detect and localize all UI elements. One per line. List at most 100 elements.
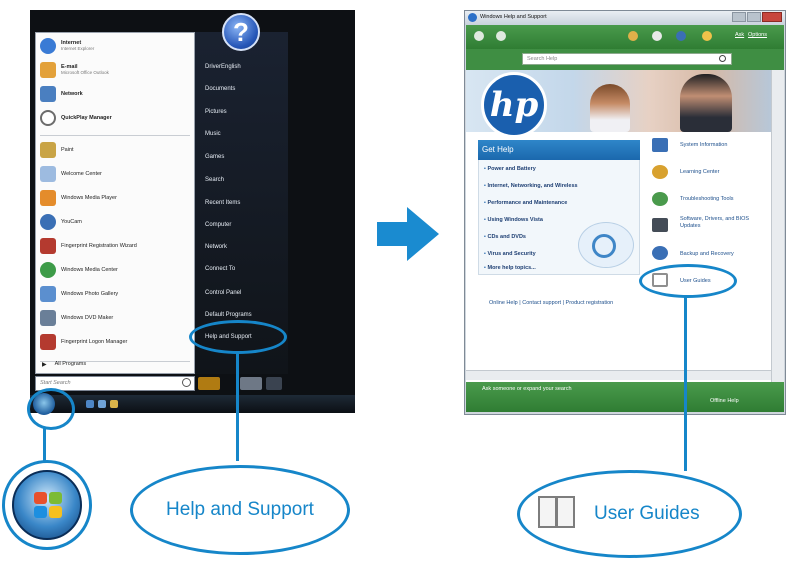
recent-item-fingerprint-wizard[interactable]: Fingerprint Registration Wizard [40, 235, 192, 257]
help-topic-link[interactable]: Performance and Maintenance [484, 200, 567, 206]
troubleshooting-tools-link[interactable]: Troubleshooting Tools [680, 196, 734, 203]
troubleshooting-icon [652, 192, 668, 206]
callout-line [43, 428, 46, 462]
system-information-link[interactable]: System Information [680, 142, 727, 149]
more-help-topics-link[interactable]: More help topics... [484, 265, 535, 271]
taskbar [30, 395, 355, 413]
youcam-icon [40, 214, 56, 230]
place-connect-to[interactable]: Connect To [205, 266, 235, 272]
close-button[interactable] [762, 12, 782, 22]
arrow-right-icon [377, 222, 407, 246]
hands-illustration-circle [592, 234, 616, 258]
help-search-placeholder: Search Help [527, 56, 558, 62]
help-and-support-callout: Help and Support [130, 465, 350, 555]
recent-item-label: Fingerprint Registration Wizard [61, 243, 137, 249]
backup-and-recovery-link[interactable]: Backup and Recovery [680, 251, 734, 258]
internet-explorer-icon [40, 38, 56, 54]
get-help-title: Get Help [482, 145, 514, 154]
place-network[interactable]: Network [205, 244, 227, 250]
pinned-item-title: Network [61, 91, 83, 97]
media-player-icon [40, 190, 56, 206]
recent-item-paint[interactable]: Paint [40, 139, 192, 161]
all-programs-button[interactable]: ▶ All Programs [40, 355, 192, 373]
place-music[interactable]: Music [205, 131, 221, 137]
print-icon[interactable] [652, 31, 662, 41]
recent-item-label: Windows DVD Maker [61, 315, 114, 321]
place-control-panel[interactable]: Control Panel [205, 290, 241, 296]
network-icon [40, 86, 56, 102]
help-topic-link[interactable]: CDs and DVDs [484, 234, 526, 240]
photo-gallery-icon [40, 286, 56, 302]
place-documents[interactable]: Documents [205, 86, 235, 92]
email-icon [40, 62, 56, 78]
pinned-item-network[interactable]: Network [40, 83, 192, 105]
maximize-button[interactable] [747, 12, 761, 22]
pinned-item-internet[interactable]: Internet Internet Explorer [40, 35, 192, 57]
recent-item-welcome-center[interactable]: Welcome Center [40, 163, 192, 185]
system-info-icon [652, 138, 668, 152]
quick-launch-icon[interactable] [98, 400, 106, 408]
start-menu-programs-panel: Internet Internet Explorer E-mail Microsof… [35, 32, 195, 374]
quick-launch-icon[interactable] [110, 400, 118, 408]
place-driverenglish[interactable]: DriverEnglish [205, 64, 241, 70]
recent-item-label: Fingerprint Logon Manager [61, 339, 128, 345]
help-topic-link[interactable]: Virus and Security [484, 251, 535, 257]
learning-center-link[interactable]: Learning Center [680, 169, 719, 176]
banner-photo [680, 74, 732, 132]
recent-item-dvd-maker[interactable]: Windows DVD Maker [40, 307, 192, 329]
recent-item-label: Paint [61, 147, 74, 153]
help-icon: ? [222, 13, 260, 51]
place-recent-items[interactable]: Recent Items [205, 200, 240, 206]
quick-launch-icon[interactable] [86, 400, 94, 408]
user-guides-callout-label: User Guides [594, 503, 700, 524]
power-button[interactable] [198, 377, 220, 390]
fingerprint-icon [40, 238, 56, 254]
ask-icon[interactable] [702, 31, 712, 41]
help-app-icon [468, 13, 477, 22]
horizontal-scrollbar[interactable] [466, 370, 771, 380]
home-icon[interactable] [628, 31, 638, 41]
recent-item-media-center[interactable]: Windows Media Center [40, 259, 192, 281]
vertical-scrollbar[interactable] [771, 70, 784, 382]
ask-button[interactable]: Ask [735, 32, 744, 38]
recent-item-label: Windows Media Player [61, 195, 117, 201]
shutdown-options-button[interactable] [266, 377, 282, 390]
minimize-button[interactable] [732, 12, 746, 22]
help-and-support-callout-label: Help and Support [166, 499, 314, 520]
book-icon [538, 496, 578, 530]
pinned-item-email[interactable]: E-mail Microsoft Office Outlook [40, 59, 192, 81]
recent-item-label: Welcome Center [61, 171, 102, 177]
forward-icon[interactable] [496, 31, 506, 41]
recent-item-label: Windows Media Center [61, 267, 118, 273]
software-updates-icon [652, 218, 668, 232]
place-computer[interactable]: Computer [205, 222, 231, 228]
place-games[interactable]: Games [205, 154, 224, 160]
paint-icon [40, 142, 56, 158]
place-default-programs[interactable]: Default Programs [205, 312, 252, 318]
window-title: Windows Help and Support [480, 14, 547, 20]
recent-item-photo-gallery[interactable]: Windows Photo Gallery [40, 283, 192, 305]
recent-item-media-player[interactable]: Windows Media Player [40, 187, 192, 209]
back-icon[interactable] [474, 31, 484, 41]
options-button[interactable]: Options [748, 32, 767, 38]
quickplay-icon [40, 110, 56, 126]
place-search[interactable]: Search [205, 177, 224, 183]
pinned-item-quickplay[interactable]: QuickPlay Manager [40, 107, 192, 129]
ask-someone-link[interactable]: Ask someone or expand your search [482, 386, 572, 392]
welcome-center-icon [40, 166, 56, 182]
start-search-placeholder: Start Search [40, 380, 71, 386]
help-topic-link[interactable]: Power and Battery [484, 166, 535, 172]
help-topic-link[interactable]: Using Windows Vista [484, 217, 542, 223]
recent-item-youcam[interactable]: YouCam [40, 211, 192, 233]
arrow-right-icon: ▶ [42, 361, 47, 368]
lock-button[interactable] [240, 377, 262, 390]
recent-item-fingerprint-logon[interactable]: Fingerprint Logon Manager [40, 331, 192, 353]
browse-help-icon[interactable] [676, 31, 686, 41]
support-links[interactable]: Online Help | Contact support | Product … [489, 300, 613, 306]
help-topic-link[interactable]: Internet, Networking, and Wireless [484, 183, 577, 189]
software-drivers-bios-link[interactable]: Software, Drivers, and BIOS Updates [680, 216, 760, 230]
all-programs-label: All Programs [54, 361, 87, 367]
search-icon[interactable] [719, 55, 726, 62]
place-pictures[interactable]: Pictures [205, 109, 227, 115]
offline-help-button[interactable]: Offline Help [710, 398, 739, 404]
